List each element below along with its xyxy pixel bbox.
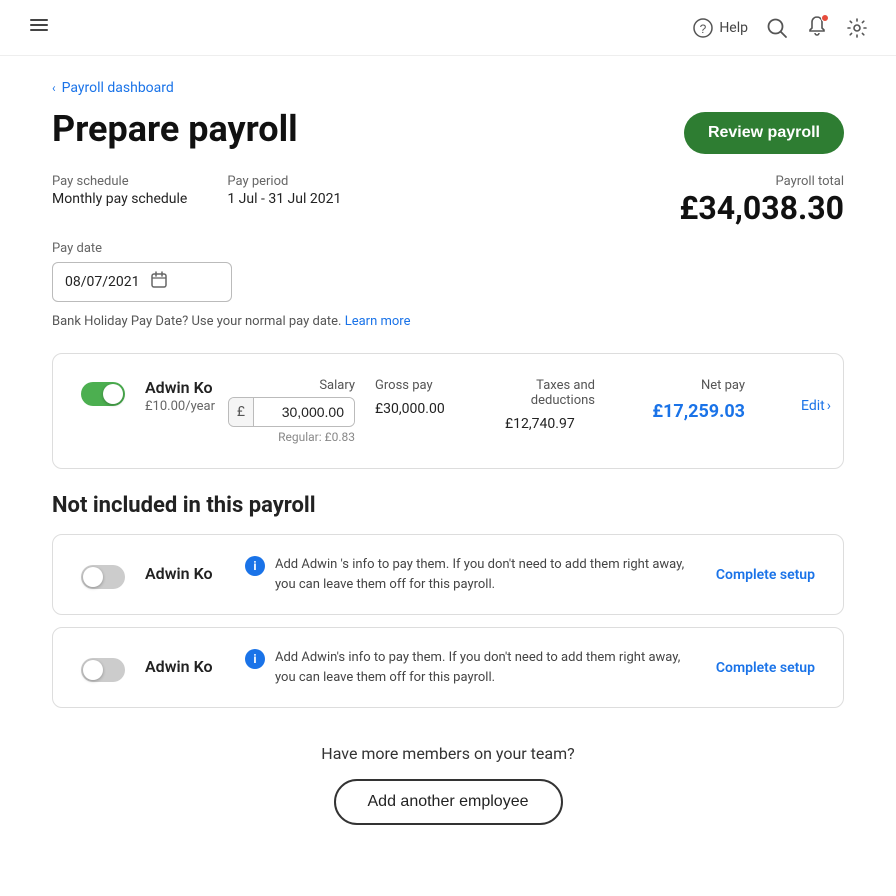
meta-left: Pay schedule Monthly pay schedule Pay pe… <box>52 174 341 207</box>
excluded-employee-name-1: Adwin Ko <box>145 564 225 583</box>
employee-info: Adwin Ko £10.00/year <box>145 378 215 414</box>
salary-section: Salary £ Regular: £0.83 <box>235 378 355 444</box>
search-button[interactable] <box>766 17 788 39</box>
hamburger-icon[interactable] <box>28 14 50 41</box>
svg-text:?: ? <box>700 22 707 36</box>
pay-columns: Gross pay £30,000.00 Taxes and deduction… <box>375 378 831 432</box>
bottom-cta: Have more members on your team? Add anot… <box>52 744 844 825</box>
gross-pay-col: Gross pay £30,000.00 <box>375 378 465 417</box>
employee-rate: £10.00/year <box>145 399 215 414</box>
gross-pay-value: £30,000.00 <box>375 401 445 417</box>
help-circle-icon: ? <box>693 18 713 38</box>
learn-more-link[interactable]: Learn more <box>345 314 411 329</box>
pay-schedule-value: Monthly pay schedule <box>52 191 187 207</box>
excluded-employee-card-2: Adwin Ko i Add Adwin's info to pay them.… <box>52 627 844 708</box>
excluded-employee-name-2: Adwin Ko <box>145 657 225 676</box>
toggle-knob-1 <box>83 567 103 587</box>
pay-date-input[interactable]: 08/07/2021 <box>52 262 232 302</box>
excluded-employee-card-1: Adwin Ko i Add Adwin 's info to pay them… <box>52 534 844 615</box>
pay-date-value: 08/07/2021 <box>65 274 140 290</box>
breadcrumb-chevron-icon: ‹ <box>52 81 56 95</box>
not-included-title: Not included in this payroll <box>52 493 844 518</box>
employee-toggle-on[interactable] <box>81 382 125 406</box>
bank-holiday-text: Bank Holiday Pay Date? Use your normal p… <box>52 314 341 329</box>
payroll-total: Payroll total £34,038.30 <box>679 174 844 227</box>
net-pay-col: Net pay £17,259.03 <box>635 378 745 422</box>
toggle-knob-2 <box>83 660 103 680</box>
help-button[interactable]: ? Help <box>693 18 748 38</box>
taxes-col: Taxes and deductions £12,740.97 <box>505 378 595 432</box>
pay-period-value: 1 Jul - 31 Jul 2021 <box>227 191 341 207</box>
pay-period-item: Pay period 1 Jul - 31 Jul 2021 <box>227 174 341 207</box>
complete-setup-link-2[interactable]: Complete setup <box>716 660 815 676</box>
net-pay-label: Net pay <box>701 378 745 393</box>
pay-schedule-label: Pay schedule <box>52 174 187 189</box>
meta-row: Pay schedule Monthly pay schedule Pay pe… <box>52 174 844 227</box>
add-employee-button[interactable]: Add another employee <box>334 779 563 825</box>
pay-period-label: Pay period <box>227 174 341 189</box>
excluded-info-2: i Add Adwin's info to pay them. If you d… <box>245 648 696 687</box>
review-payroll-button[interactable]: Review payroll <box>684 112 844 154</box>
excluded-msg-2: Add Adwin's info to pay them. If you don… <box>275 648 696 687</box>
bank-holiday-note: Bank Holiday Pay Date? Use your normal p… <box>52 314 844 329</box>
header-left <box>28 14 50 41</box>
payroll-total-label: Payroll total <box>679 174 844 189</box>
included-employee-card: Adwin Ko £10.00/year Salary £ Regular: £… <box>52 353 844 469</box>
notifications-button[interactable] <box>806 15 828 41</box>
breadcrumb[interactable]: ‹ Payroll dashboard <box>52 80 844 96</box>
header-right: ? Help <box>693 15 868 41</box>
main-content: ‹ Payroll dashboard Prepare payroll Revi… <box>0 56 896 865</box>
breadcrumb-label: Payroll dashboard <box>62 80 174 96</box>
calendar-icon <box>150 271 220 293</box>
taxes-label: Taxes and deductions <box>505 378 595 408</box>
bottom-cta-question: Have more members on your team? <box>52 744 844 763</box>
excluded-msg-1: Add Adwin 's info to pay them. If you do… <box>275 555 696 594</box>
payroll-total-amount: £34,038.30 <box>679 189 844 227</box>
settings-button[interactable] <box>846 17 868 39</box>
app-header: ? Help <box>0 0 896 56</box>
pay-date-label: Pay date <box>52 241 844 256</box>
excluded-toggle-1[interactable] <box>81 565 125 589</box>
employee-name: Adwin Ko <box>145 378 215 397</box>
complete-setup-link-1[interactable]: Complete setup <box>716 567 815 583</box>
edit-link[interactable]: Edit › <box>801 398 831 414</box>
help-label: Help <box>719 20 748 36</box>
salary-currency: £ <box>229 398 254 426</box>
salary-input[interactable] <box>254 398 354 426</box>
notification-dot <box>821 14 829 22</box>
excluded-info-1: i Add Adwin 's info to pay them. If you … <box>245 555 696 594</box>
page-title: Prepare payroll <box>52 108 298 151</box>
pay-date-section: Pay date 08/07/2021 <box>52 241 844 302</box>
taxes-value: £12,740.97 <box>505 416 575 432</box>
chevron-right-icon: › <box>827 398 831 414</box>
net-pay-amount: £17,259.03 <box>652 401 745 422</box>
toggle-knob <box>103 384 123 404</box>
info-icon-2: i <box>245 649 265 669</box>
excluded-toggle-2[interactable] <box>81 658 125 682</box>
edit-label: Edit <box>801 398 825 414</box>
page-header: Prepare payroll Review payroll <box>52 108 844 154</box>
info-icon-1: i <box>245 556 265 576</box>
salary-regular: Regular: £0.83 <box>278 430 355 444</box>
gross-pay-label: Gross pay <box>375 378 433 393</box>
salary-label: Salary <box>319 378 355 393</box>
pay-schedule-item: Pay schedule Monthly pay schedule <box>52 174 187 207</box>
employee-row: Adwin Ko £10.00/year Salary £ Regular: £… <box>81 378 815 444</box>
salary-input-wrapper: £ <box>228 397 355 427</box>
